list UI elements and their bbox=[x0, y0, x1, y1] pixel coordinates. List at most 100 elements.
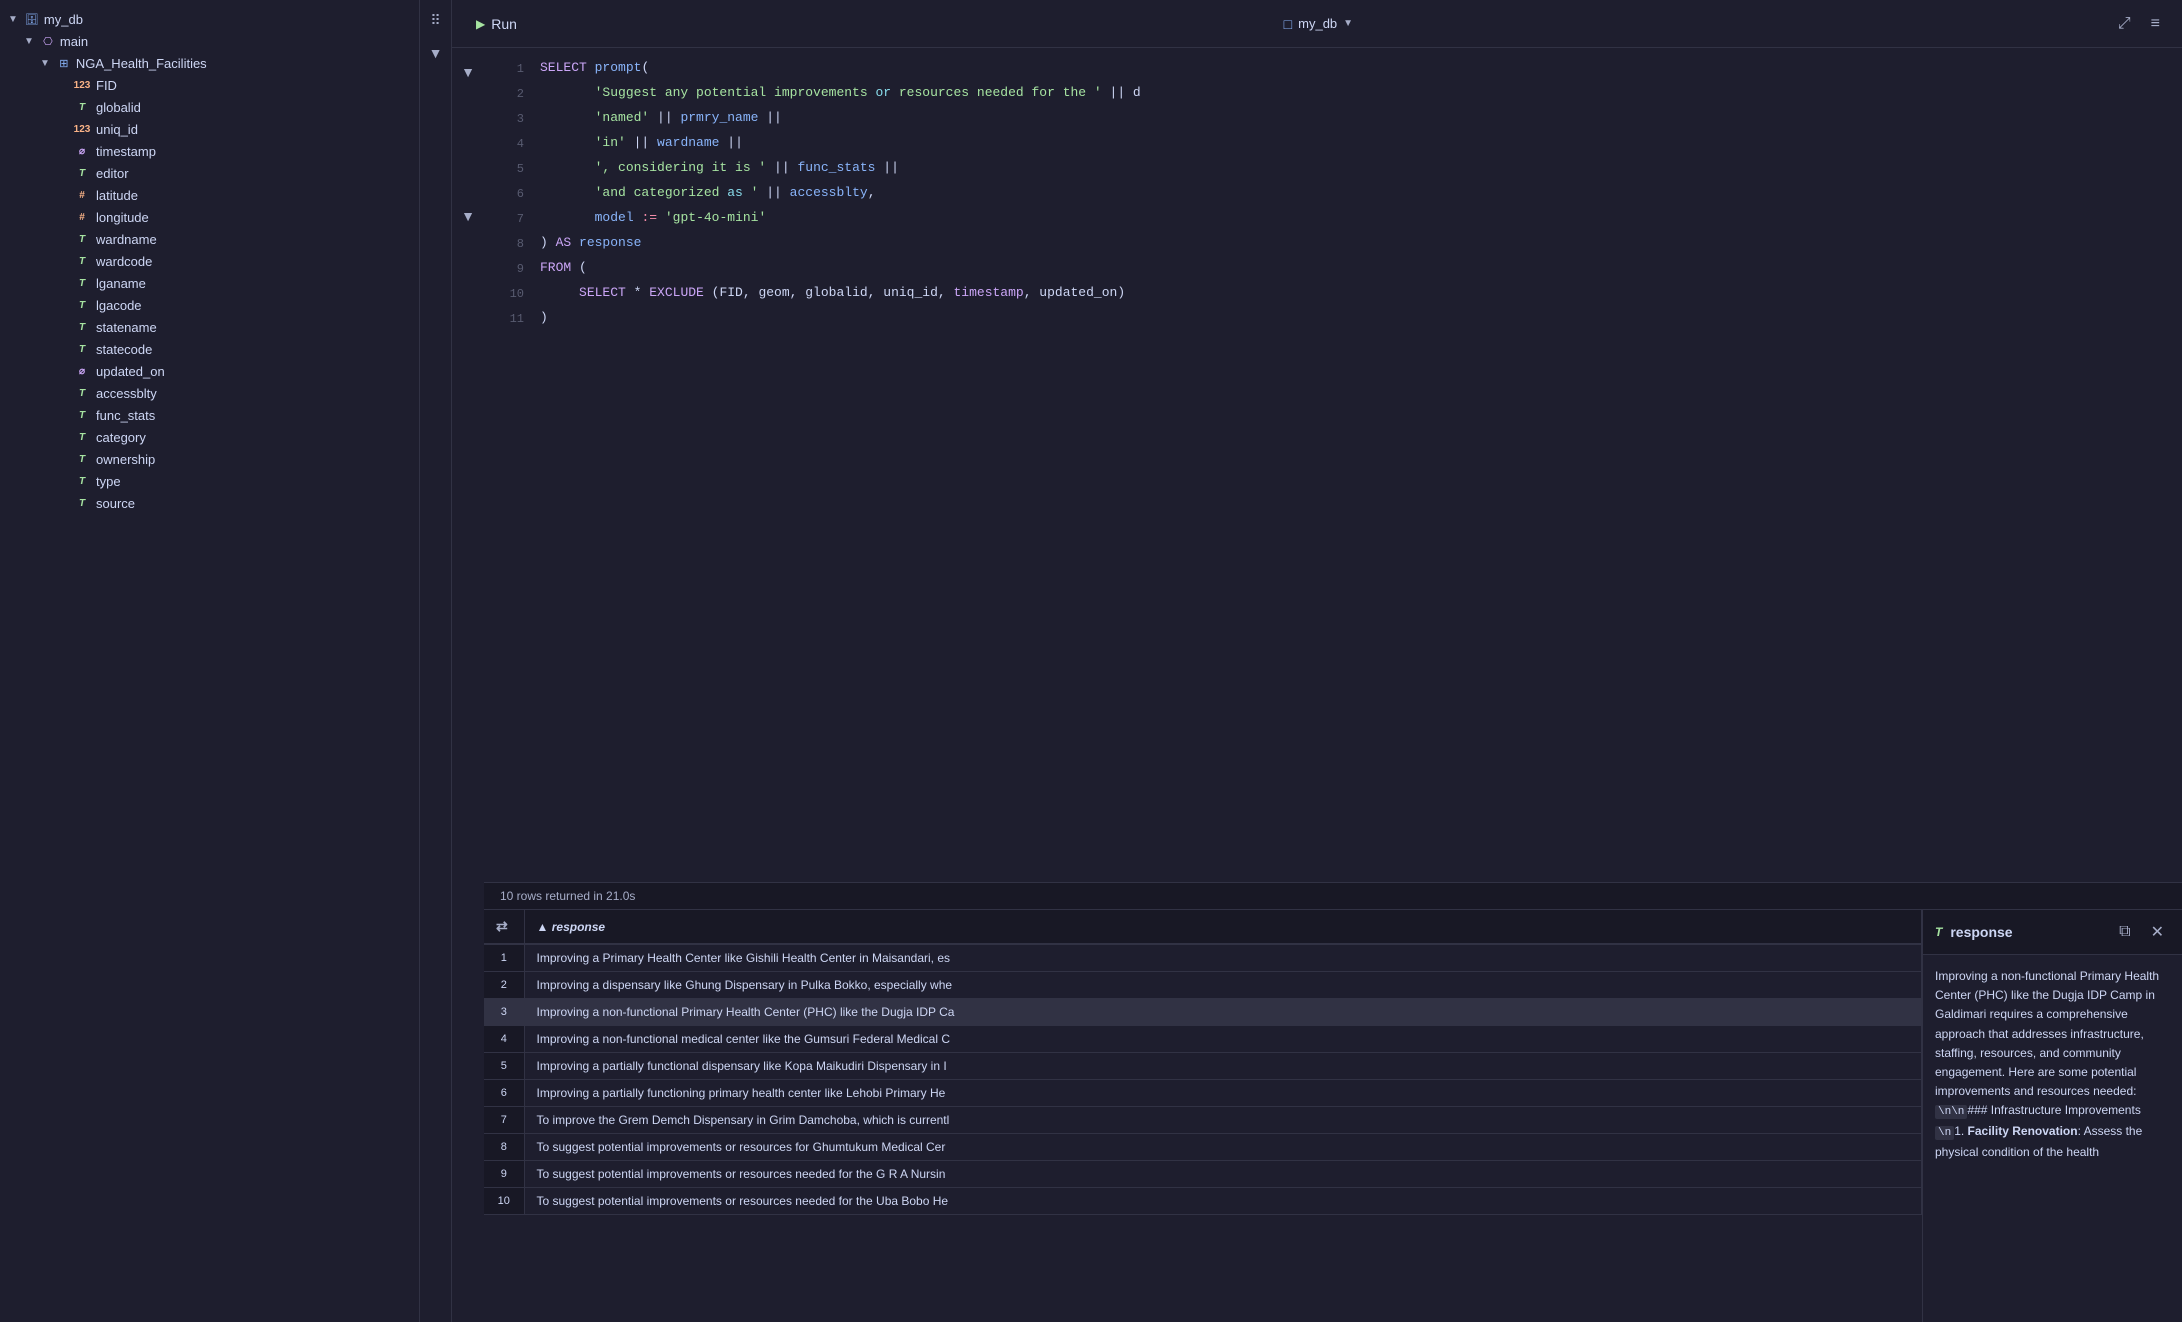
response-cell: Improving a dispensary like Ghung Dispen… bbox=[524, 972, 1922, 999]
side-panel-copy-button[interactable]: ⧉ bbox=[2113, 919, 2136, 945]
sidebar-col-func_stats[interactable]: Tfunc_stats bbox=[0, 404, 419, 426]
editor-area: ▼ ▼ 1SELECT prompt(2 'Suggest any potent… bbox=[452, 48, 2182, 1322]
table-row[interactable]: 5Improving a partially functional dispen… bbox=[484, 1053, 1922, 1080]
code-text: 'and categorized as ' || accessblty, bbox=[540, 181, 876, 205]
row-index-cell: 4 bbox=[484, 1026, 524, 1053]
sidebar-item-table[interactable]: ▼ ⊞ NGA_Health_Facilities bbox=[0, 52, 419, 74]
collapse-button[interactable]: ⠿ bbox=[426, 8, 444, 33]
sidebar-item-schema[interactable]: ▼ ⎔ main bbox=[0, 30, 419, 52]
col-name: timestamp bbox=[96, 144, 156, 159]
sidebar-col-statename[interactable]: Tstatename bbox=[0, 316, 419, 338]
main-area: ▶ Run □ my_db ▼ ⤢ ≡ ▼ ▼ 1SELECT prompt(2… bbox=[452, 0, 2182, 1322]
code-text: ', considering it is ' || func_stats || bbox=[540, 156, 899, 180]
code-editor[interactable]: 1SELECT prompt(2 'Suggest any potential … bbox=[484, 48, 2182, 882]
col-name: accessblty bbox=[96, 386, 157, 401]
sidebar-col-statecode[interactable]: Tstatecode bbox=[0, 338, 419, 360]
col-name: editor bbox=[96, 166, 129, 181]
col-name: func_stats bbox=[96, 408, 155, 423]
db-icon: 🗄 bbox=[24, 11, 40, 27]
table-row[interactable]: 10To suggest potential improvements or r… bbox=[484, 1188, 1922, 1215]
sidebar-col-lganame[interactable]: Tlganame bbox=[0, 272, 419, 294]
toolbar-left: ▶ Run bbox=[468, 12, 525, 36]
table-icon: ⊞ bbox=[56, 55, 72, 71]
editor-collapse-button[interactable]: ▼ bbox=[457, 60, 479, 84]
row-index-cell: 7 bbox=[484, 1107, 524, 1134]
line-number: 4 bbox=[496, 131, 524, 156]
response-cell: To suggest potential improvements or res… bbox=[524, 1188, 1922, 1215]
sidebar-item-db[interactable]: ▼ 🗄 my_db bbox=[0, 8, 419, 30]
col-name: updated_on bbox=[96, 364, 165, 379]
line-number: 1 bbox=[496, 56, 524, 81]
sidebar-col-latitude[interactable]: #latitude bbox=[0, 184, 419, 206]
col-name: statecode bbox=[96, 342, 152, 357]
chevron-db-icon: ▼ bbox=[8, 14, 18, 25]
table-label: NGA_Health_Facilities bbox=[76, 56, 207, 71]
collapse-arrow-button[interactable]: ▼ bbox=[425, 41, 447, 65]
col-name: type bbox=[96, 474, 121, 489]
table-row[interactable]: 8To suggest potential improvements or re… bbox=[484, 1134, 1922, 1161]
response-column-header[interactable]: ▲ response bbox=[524, 910, 1922, 944]
col-name: statename bbox=[96, 320, 157, 335]
line-number: 8 bbox=[496, 231, 524, 256]
side-panel-close-button[interactable]: ✕ bbox=[2145, 918, 2170, 946]
col-name: source bbox=[96, 496, 135, 511]
table-row[interactable]: 1Improving a Primary Health Center like … bbox=[484, 944, 1922, 972]
db-selector-button[interactable]: □ my_db ▼ bbox=[1276, 12, 1361, 36]
sidebar-col-type[interactable]: Ttype bbox=[0, 470, 419, 492]
sidebar-col-category[interactable]: Tcategory bbox=[0, 426, 419, 448]
row-index-cell: 10 bbox=[484, 1188, 524, 1215]
run-button[interactable]: ▶ Run bbox=[468, 12, 525, 36]
line-number: 9 bbox=[496, 256, 524, 281]
row-index-cell: 1 bbox=[484, 944, 524, 972]
response-cell: Improving a partially functional dispens… bbox=[524, 1053, 1922, 1080]
table-row[interactable]: 7To improve the Grem Demch Dispensary in… bbox=[484, 1107, 1922, 1134]
sidebar-col-updated_on[interactable]: ⌀updated_on bbox=[0, 360, 419, 382]
toolbar: ▶ Run □ my_db ▼ ⤢ ≡ bbox=[452, 0, 2182, 48]
sidebar-col-FID[interactable]: 123FID bbox=[0, 74, 419, 96]
sidebar-col-wardname[interactable]: Twardname bbox=[0, 228, 419, 250]
toolbar-right: ⤢ ≡ bbox=[2112, 11, 2166, 37]
line-number: 2 bbox=[496, 81, 524, 106]
col-type-icon: T bbox=[72, 385, 92, 401]
sidebar-col-lgacode[interactable]: Tlgacode bbox=[0, 294, 419, 316]
table-row[interactable]: 6Improving a partially functioning prima… bbox=[484, 1080, 1922, 1107]
col-name: wardcode bbox=[96, 254, 152, 269]
results-table-wrapper[interactable]: ⇄ ▲ response 1Improving a Primary Health… bbox=[484, 910, 1922, 1322]
col-name: longitude bbox=[96, 210, 149, 225]
line-number: 11 bbox=[496, 306, 524, 331]
row-index-cell: 3 bbox=[484, 999, 524, 1026]
sidebar: ▼ 🗄 my_db ▼ ⎔ main ▼ ⊞ NGA_Health_Facili… bbox=[0, 0, 420, 1322]
results-collapse-button[interactable]: ▼ bbox=[457, 204, 479, 228]
table-row[interactable]: 9To suggest potential improvements or re… bbox=[484, 1161, 1922, 1188]
row-index-cell: 8 bbox=[484, 1134, 524, 1161]
sidebar-col-ownership[interactable]: Townership bbox=[0, 448, 419, 470]
sidebar-col-accessblty[interactable]: Taccessblty bbox=[0, 382, 419, 404]
code-text: ) AS response bbox=[540, 231, 641, 255]
response-cell: Improving a non-functional Primary Healt… bbox=[524, 999, 1922, 1026]
col-type-icon: T bbox=[72, 429, 92, 445]
code-text: ) bbox=[540, 306, 548, 330]
editor-gutter: ▼ ▼ bbox=[452, 48, 484, 1322]
table-row[interactable]: 4Improving a non-functional medical cent… bbox=[484, 1026, 1922, 1053]
sidebar-col-longitude[interactable]: # longitude bbox=[0, 206, 419, 228]
menu-button[interactable]: ≡ bbox=[2145, 11, 2166, 37]
columns-list: 123FIDTglobalid123uniq_id⌀timestampTedit… bbox=[0, 74, 419, 514]
results-tbody: 1Improving a Primary Health Center like … bbox=[484, 944, 1922, 1215]
schema-label: main bbox=[60, 34, 88, 49]
table-row[interactable]: 3Improving a non-functional Primary Heal… bbox=[484, 999, 1922, 1026]
col-name: uniq_id bbox=[96, 122, 138, 137]
col-type-icon: T bbox=[72, 297, 92, 313]
sidebar-col-wardcode[interactable]: Twardcode bbox=[0, 250, 419, 272]
sidebar-col-editor[interactable]: Teditor bbox=[0, 162, 419, 184]
sort-arrow-icon: ▲ bbox=[537, 920, 549, 934]
results-area: 10 rows returned in 21.0s ⇄ ▲ bbox=[484, 882, 2182, 1322]
db-label: my_db bbox=[44, 12, 83, 27]
sidebar-col-source[interactable]: Tsource bbox=[0, 492, 419, 514]
table-row[interactable]: 2Improving a dispensary like Ghung Dispe… bbox=[484, 972, 1922, 999]
sidebar-col-globalid[interactable]: Tglobalid bbox=[0, 96, 419, 118]
col-type-icon: # bbox=[72, 209, 92, 225]
sidebar-col-uniq_id[interactable]: 123uniq_id bbox=[0, 118, 419, 140]
expand-button[interactable]: ⤢ bbox=[2112, 11, 2137, 37]
sidebar-col-timestamp[interactable]: ⌀timestamp bbox=[0, 140, 419, 162]
side-panel-type-icon: T bbox=[1935, 925, 1942, 939]
